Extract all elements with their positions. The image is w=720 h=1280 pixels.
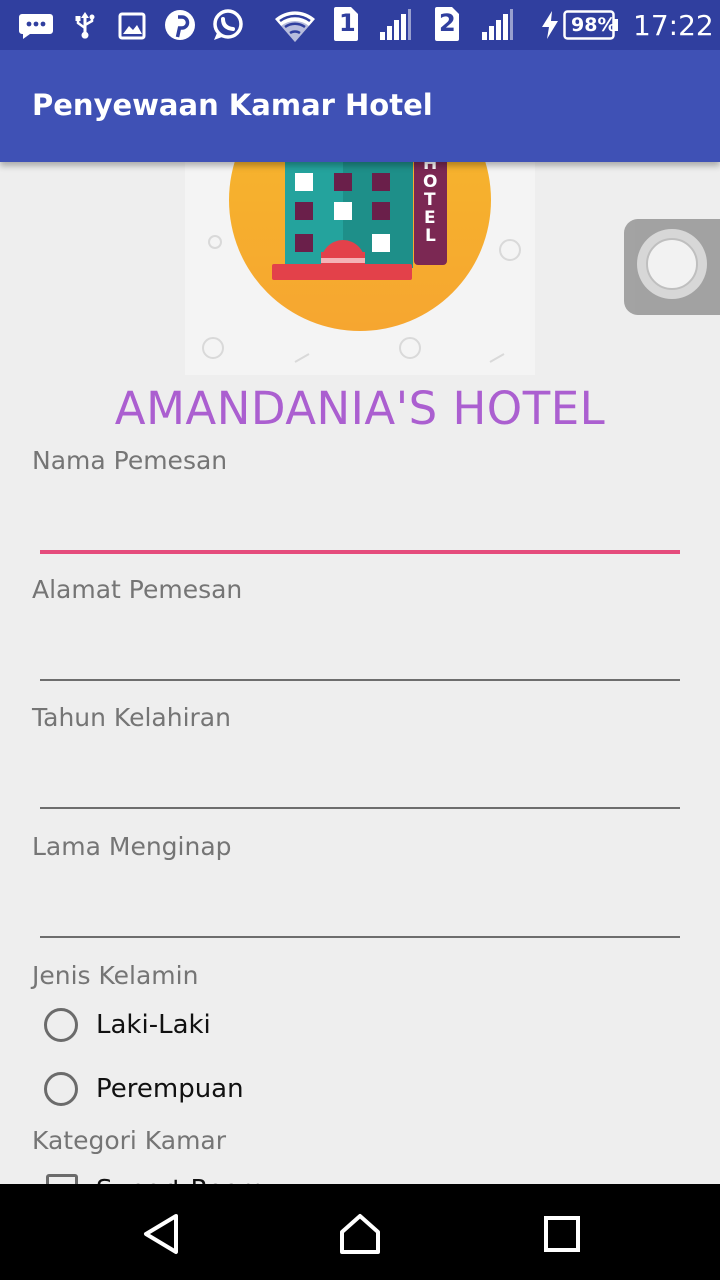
status-bar: 1 2 98% 17:22 xyxy=(0,0,720,50)
app-bar: Penyewaan Kamar Hotel xyxy=(0,50,720,162)
recents-icon[interactable] xyxy=(540,1212,584,1256)
tahun-kelahiran-input[interactable] xyxy=(40,749,680,809)
hotel-sign-letter: E xyxy=(424,208,436,228)
alamat-pemesan-input[interactable] xyxy=(40,621,680,681)
radio-label: Laki-Laki xyxy=(96,1010,211,1040)
hotel-sign-letter: O xyxy=(423,172,438,192)
back-icon[interactable] xyxy=(140,1212,184,1256)
assistive-touch-ring xyxy=(637,229,707,299)
sim2-number: 2 xyxy=(439,9,456,37)
radio-circle[interactable] xyxy=(44,1008,78,1042)
whatsapp-icon xyxy=(210,8,246,46)
sim2-signal-icon xyxy=(480,8,514,46)
jenis-kelamin-label: Jenis Kelamin xyxy=(32,961,199,990)
pinterest-icon xyxy=(163,8,197,46)
home-icon[interactable] xyxy=(338,1212,382,1256)
assistive-touch-dot xyxy=(646,238,698,290)
messages-icon xyxy=(18,12,54,44)
usb-icon xyxy=(72,10,98,46)
lama-menginap-input[interactable] xyxy=(40,878,680,938)
radio-label: Perempuan xyxy=(96,1074,244,1104)
battery-percent: 98% xyxy=(571,14,617,36)
hotel-logo-image: H O T E L xyxy=(185,130,535,375)
clock: 17:22 xyxy=(633,9,714,42)
assistive-touch-button[interactable] xyxy=(624,219,720,315)
navigation-bar xyxy=(0,1184,720,1280)
radio-circle[interactable] xyxy=(44,1072,78,1106)
app-title: Penyewaan Kamar Hotel xyxy=(32,88,433,122)
lama-menginap-label: Lama Menginap xyxy=(32,832,232,861)
radio-laki-laki[interactable]: Laki-Laki xyxy=(44,1004,211,1046)
radio-perempuan[interactable]: Perempuan xyxy=(44,1068,244,1110)
alamat-pemesan-label: Alamat Pemesan xyxy=(32,575,243,604)
tahun-kelahiran-label: Tahun Kelahiran xyxy=(32,703,231,732)
hotel-name-heading: AMANDANIA'S HOTEL xyxy=(114,382,606,435)
charging-icon xyxy=(540,10,560,44)
app-screen: 1 2 98% 17:22 Penyewaan Kamar Hotel H O … xyxy=(0,0,720,1280)
hotel-sign-letter: T xyxy=(424,190,436,210)
nama-pemesan-label: Nama Pemesan xyxy=(32,446,228,475)
sim1-number: 1 xyxy=(339,9,356,37)
hotel-sign-letter: L xyxy=(425,226,436,246)
sim1-signal-icon xyxy=(378,8,412,46)
nama-pemesan-input[interactable] xyxy=(40,494,680,554)
kategori-kamar-label: Kategori Kamar xyxy=(32,1126,227,1155)
wifi-icon xyxy=(274,8,316,48)
image-icon xyxy=(118,12,146,44)
